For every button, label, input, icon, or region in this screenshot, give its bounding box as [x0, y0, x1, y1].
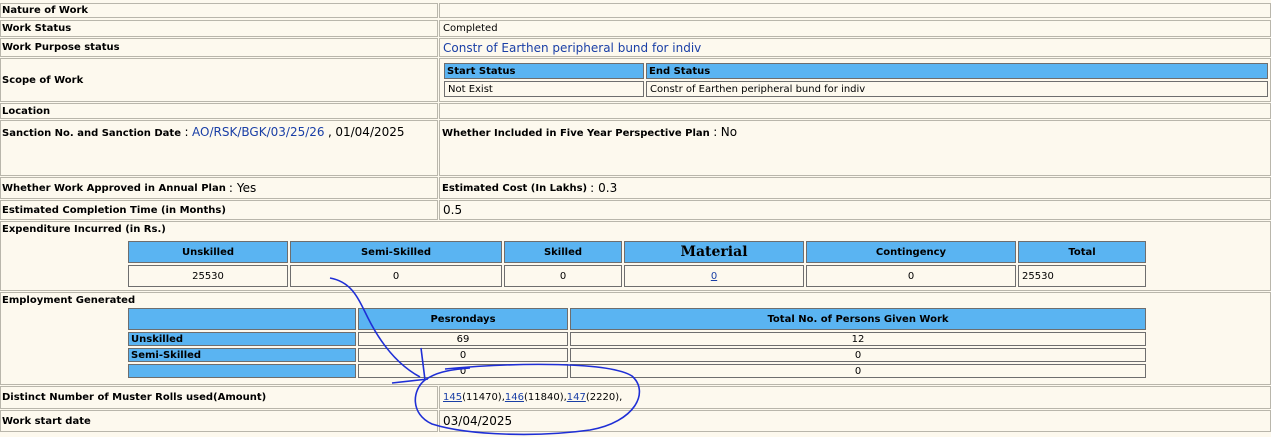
- muster-roll-link[interactable]: 147: [567, 392, 586, 403]
- emp-header-persons: Total No. of Persons Given Work: [570, 308, 1146, 330]
- exp-value-unskilled: 25530: [128, 265, 288, 287]
- sanction-label: Sanction No. and Sanction Date: [2, 128, 181, 139]
- row-muster-rolls: Distinct Number of Muster Rolls used(Amo…: [0, 386, 1271, 409]
- five-year-cell: Whether Included in Five Year Perspectiv…: [439, 120, 1271, 176]
- end-status-value: Constr of Earthen peripheral bund for in…: [646, 81, 1268, 97]
- sanction-date: 01/04/2025: [335, 125, 405, 139]
- material-link[interactable]: 0: [711, 271, 717, 282]
- five-year-colon: :: [713, 125, 718, 139]
- employment-label: Employment Generated: [2, 295, 136, 306]
- completion-time-label: Estimated Completion Time (in Months): [0, 200, 438, 220]
- emp-row-persondays: 0: [358, 348, 568, 362]
- start-status-value: Not Exist: [444, 81, 644, 97]
- exp-header-contingency: Contingency: [806, 241, 1016, 263]
- sanction-cell: Sanction No. and Sanction Date : AO/RSK/…: [0, 120, 438, 176]
- nature-of-work-value: [439, 3, 1271, 18]
- emp-row-persons: 0: [570, 348, 1146, 362]
- muster-roll-link[interactable]: 146: [505, 392, 524, 403]
- row-work-start-date: Work start date 03/04/2025: [0, 410, 1271, 432]
- row-nature-of-work: Nature of Work: [0, 3, 1271, 18]
- annual-plan-cell: Whether Work Approved in Annual Plan : Y…: [0, 177, 438, 199]
- exp-header-semi-skilled: Semi-Skilled: [290, 241, 502, 263]
- row-sanction: Sanction No. and Sanction Date : AO/RSK/…: [0, 120, 1271, 176]
- muster-roll-amount: (11470),: [462, 392, 505, 403]
- location-value: [439, 103, 1271, 119]
- work-purpose-value: Constr of Earthen peripheral bund for in…: [439, 38, 1271, 57]
- sanction-colon: :: [184, 125, 189, 139]
- completion-time-value: 0.5: [439, 200, 1271, 220]
- emp-header-type: [128, 308, 356, 330]
- row-completion-time: Estimated Completion Time (in Months) 0.…: [0, 200, 1271, 220]
- work-status-value: Completed: [439, 20, 1271, 37]
- expenditure-cell: Expenditure Incurred (in Rs.) Unskilled …: [0, 221, 1271, 291]
- employment-cell: Employment Generated Pesrondays Total No…: [0, 292, 1271, 385]
- work-start-date-value: 03/04/2025: [439, 410, 1271, 432]
- emp-row-persons: 12: [570, 332, 1146, 346]
- estimated-cost-cell: Estimated Cost (In Lakhs) : 0.3: [439, 177, 1271, 199]
- exp-value-total: 25530: [1018, 265, 1146, 287]
- exp-header-material: Material: [624, 241, 804, 263]
- emp-row-type: Unskilled: [128, 332, 356, 346]
- exp-value-skilled: 0: [504, 265, 622, 287]
- row-expenditure: Expenditure Incurred (in Rs.) Unskilled …: [0, 221, 1271, 291]
- muster-roll-amount: (11840),: [523, 392, 567, 403]
- estimated-cost-value: 0.3: [598, 181, 618, 195]
- employment-table: Pesrondays Total No. of Persons Given Wo…: [126, 306, 1148, 380]
- exp-value-contingency: 0: [806, 265, 1016, 287]
- emp-row-type: Semi-Skilled: [128, 348, 356, 362]
- exp-header-unskilled: Unskilled: [128, 241, 288, 263]
- annual-plan-label: Whether Work Approved in Annual Plan: [2, 182, 226, 194]
- start-status-header: Start Status: [444, 63, 644, 79]
- work-purpose-label: Work Purpose status: [0, 38, 438, 57]
- work-start-date-label: Work start date: [0, 410, 438, 432]
- sanction-number: AO/RSK/BGK/03/25/26: [192, 125, 325, 139]
- row-employment: Employment Generated Pesrondays Total No…: [0, 292, 1271, 385]
- row-location: Location: [0, 103, 1271, 119]
- scope-of-work-label: Scope of Work: [0, 58, 438, 102]
- scope-table: Start Status End Status Not Exist Constr…: [442, 61, 1270, 99]
- emp-row-persondays: 69: [358, 332, 568, 346]
- emp-row-persons: 0: [570, 364, 1146, 378]
- exp-header-total: Total: [1018, 241, 1146, 263]
- location-label: Location: [0, 103, 438, 119]
- annual-plan-colon: :: [228, 181, 233, 195]
- expenditure-table: Unskilled Semi-Skilled Skilled Material …: [126, 239, 1148, 289]
- exp-value-material-cell: 0: [624, 265, 804, 287]
- row-work-purpose: Work Purpose status Constr of Earthen pe…: [0, 38, 1271, 57]
- emp-row-persondays: 0: [358, 364, 568, 378]
- emp-row-type: [128, 364, 356, 378]
- sanction-comma: ,: [328, 125, 332, 139]
- scope-of-work-container: Start Status End Status Not Exist Constr…: [439, 58, 1271, 102]
- muster-roll-amount: (2220),: [585, 392, 623, 403]
- row-work-status: Work Status Completed: [0, 20, 1271, 37]
- emp-header-persondays: Pesrondays: [358, 308, 568, 330]
- five-year-value: No: [720, 125, 738, 139]
- estimated-cost-colon: :: [590, 181, 595, 195]
- end-status-header: End Status: [646, 63, 1268, 79]
- muster-rolls-value: 145 (11470), 146 (11840), 147 (2220),: [439, 386, 1271, 409]
- muster-rolls-label: Distinct Number of Muster Rolls used(Amo…: [0, 386, 438, 409]
- row-scope-of-work: Scope of Work Start Status End Status No…: [0, 58, 1271, 102]
- estimated-cost-label: Estimated Cost (In Lakhs): [442, 182, 588, 194]
- five-year-label: Whether Included in Five Year Perspectiv…: [442, 128, 710, 139]
- expenditure-label: Expenditure Incurred (in Rs.): [2, 224, 166, 235]
- nature-of-work-label: Nature of Work: [0, 3, 438, 18]
- exp-value-semi-skilled: 0: [290, 265, 502, 287]
- muster-roll-link[interactable]: 145: [443, 392, 462, 403]
- annual-plan-value: Yes: [236, 181, 257, 195]
- row-annual-plan: Whether Work Approved in Annual Plan : Y…: [0, 177, 1271, 199]
- work-status-label: Work Status: [0, 20, 438, 37]
- exp-header-skilled: Skilled: [504, 241, 622, 263]
